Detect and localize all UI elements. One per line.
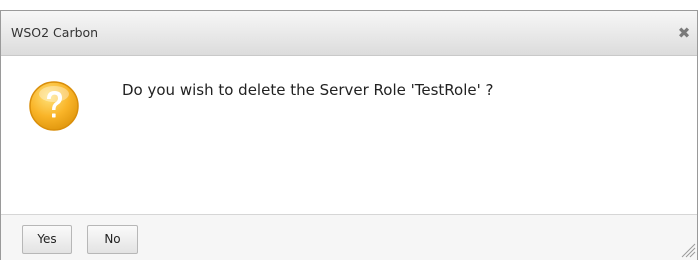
dialog-footer: Yes No (1, 214, 697, 260)
close-icon[interactable]: ✖ (675, 24, 693, 42)
dialog-titlebar[interactable]: WSO2 Carbon ✖ (1, 11, 697, 56)
no-button[interactable]: No (87, 225, 138, 254)
question-icon (29, 81, 79, 131)
confirm-dialog: WSO2 Carbon ✖ Do you wish to delete the … (0, 10, 698, 260)
resize-grip-icon[interactable] (678, 240, 696, 258)
dialog-title: WSO2 Carbon (11, 25, 99, 40)
yes-button[interactable]: Yes (22, 225, 72, 254)
dialog-message: Do you wish to delete the Server Role 'T… (122, 81, 494, 99)
dialog-content: Do you wish to delete the Server Role 'T… (1, 56, 697, 214)
